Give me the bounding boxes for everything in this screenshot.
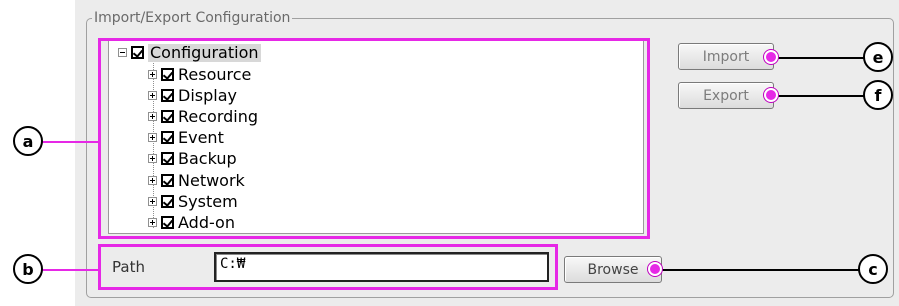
callout-a: a: [13, 126, 43, 156]
highlight-path-area: [98, 244, 558, 290]
highlight-tree-area: [98, 38, 650, 239]
callout-f: f: [863, 80, 893, 110]
leader-line-f: [776, 95, 866, 97]
pointer-dot-c: [648, 262, 662, 276]
export-button[interactable]: Export: [678, 82, 774, 109]
pointer-dot-e: [764, 50, 778, 64]
group-title: Import/Export Configuration: [92, 9, 293, 27]
leader-line-b: [42, 269, 100, 271]
leader-line-c: [660, 269, 860, 271]
callout-b: b: [13, 254, 43, 284]
pointer-dot-f: [764, 88, 778, 102]
import-button[interactable]: Import: [678, 43, 774, 70]
leader-line-a: [42, 141, 100, 143]
leader-line-e: [776, 57, 866, 59]
callout-e: e: [863, 42, 893, 72]
callout-c: c: [858, 254, 888, 284]
